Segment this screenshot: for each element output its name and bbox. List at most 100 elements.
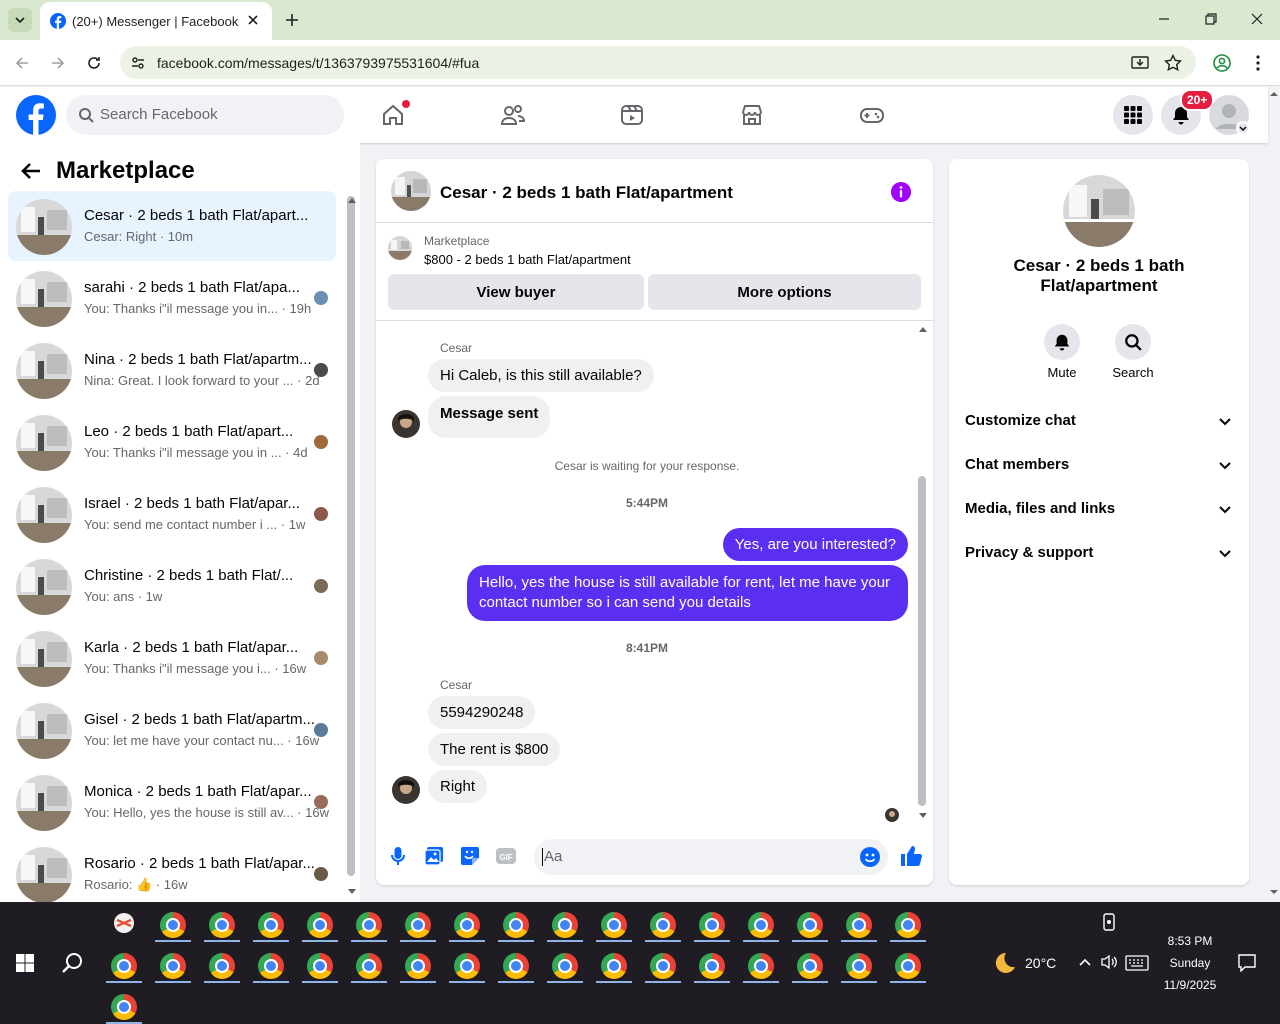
emoji-icon[interactable]	[860, 847, 880, 867]
chrome-window-icon[interactable]	[846, 912, 872, 938]
more-menu-icon[interactable]	[1250, 54, 1266, 72]
windows-start-icon[interactable]	[16, 954, 34, 972]
account-dropdown[interactable]	[1236, 121, 1250, 135]
incoming-message[interactable]: Right	[428, 770, 488, 803]
listing-thumbnail[interactable]	[388, 236, 412, 260]
view-buyer-button[interactable]: View buyer	[388, 274, 644, 310]
chrome-window-icon[interactable]	[307, 953, 333, 979]
tray-device-icon[interactable]	[1101, 913, 1117, 931]
page-scroll-up-icon[interactable]	[1268, 90, 1280, 98]
chrome-window-icon[interactable]	[258, 912, 284, 938]
chrome-window-icon[interactable]	[209, 953, 235, 979]
browser-tab[interactable]: (20+) Messenger | Facebook	[40, 2, 272, 40]
outgoing-message[interactable]: Hello, yes the house is still available …	[467, 565, 908, 621]
close-tab-icon[interactable]	[246, 13, 260, 27]
incoming-message[interactable]: The rent is $800	[428, 733, 561, 766]
sender-avatar[interactable]	[392, 410, 420, 438]
chrome-window-icon[interactable]	[356, 912, 382, 938]
info-section-customize-chat[interactable]: Customize chat	[965, 412, 1076, 429]
outgoing-message[interactable]: Yes, are you interested?	[722, 528, 908, 561]
chrome-window-icon[interactable]	[160, 953, 186, 979]
snipping-tool-icon[interactable]	[111, 910, 137, 936]
gaming-icon[interactable]	[859, 103, 885, 127]
chevron-down-icon[interactable]	[1218, 417, 1232, 427]
info-section-media-files-and-links[interactable]: Media, files and links	[965, 500, 1115, 517]
profile-icon[interactable]	[1213, 54, 1231, 72]
more-options-button[interactable]: More options	[648, 274, 921, 310]
microphone-icon[interactable]	[389, 846, 407, 866]
chrome-window-icon[interactable]	[699, 912, 725, 938]
facebook-search-input[interactable]: Search Facebook	[66, 95, 344, 135]
chrome-window-icon[interactable]	[748, 912, 774, 938]
close-window-icon[interactable]	[1250, 12, 1264, 26]
minimize-icon[interactable]	[1157, 12, 1171, 26]
reload-icon[interactable]	[86, 55, 102, 71]
chevron-down-icon[interactable]	[1218, 505, 1232, 515]
chrome-window-icon[interactable]	[552, 953, 578, 979]
chrome-window-icon[interactable]	[552, 912, 578, 938]
conversation-item[interactable]: sarahi · 2 beds 1 bath Flat/apa... You: T…	[8, 263, 336, 333]
clock-day[interactable]: Sunday	[1150, 956, 1230, 970]
marketplace-icon[interactable]	[740, 103, 764, 127]
message-scrollbar[interactable]	[918, 476, 926, 806]
chat-header-avatar[interactable]	[391, 171, 431, 211]
chrome-window-icon[interactable]	[111, 994, 137, 1020]
chrome-window-icon[interactable]	[405, 912, 431, 938]
info-avatar[interactable]	[1063, 175, 1135, 247]
info-section-privacy-support[interactable]: Privacy & support	[965, 544, 1093, 561]
search-in-chat-button[interactable]	[1115, 324, 1151, 360]
url-text[interactable]: facebook.com/messages/t/1363793975531604…	[157, 55, 479, 71]
chrome-window-icon[interactable]	[454, 953, 480, 979]
chrome-window-icon[interactable]	[160, 912, 186, 938]
conversation-item[interactable]: Leo · 2 beds 1 bath Flat/apart... You: Th…	[8, 407, 336, 477]
video-icon[interactable]	[620, 103, 644, 127]
chrome-window-icon[interactable]	[601, 953, 627, 979]
mute-button[interactable]	[1044, 324, 1080, 360]
conversation-item[interactable]: Rosario · 2 beds 1 bath Flat/apar... Rosa…	[8, 839, 336, 909]
notification-center-icon[interactable]	[1238, 954, 1256, 972]
attach-photo-icon[interactable]	[424, 846, 444, 866]
list-scroll-down-icon[interactable]	[347, 888, 357, 896]
gif-icon[interactable]: GIF	[496, 846, 516, 866]
conversation-info-icon[interactable]	[890, 181, 912, 203]
volume-icon[interactable]	[1100, 954, 1118, 970]
conversation-item[interactable]: Nina · 2 beds 1 bath Flat/apartm... Nina:…	[8, 335, 336, 405]
chrome-window-icon[interactable]	[846, 953, 872, 979]
conversation-item[interactable]: Cesar · 2 beds 1 bath Flat/apart... Cesar…	[8, 191, 336, 261]
taskbar-search-icon[interactable]	[61, 952, 83, 974]
chrome-window-icon[interactable]	[258, 953, 284, 979]
show-hidden-icons-icon[interactable]	[1078, 956, 1092, 968]
chrome-window-icon[interactable]	[111, 953, 137, 979]
listing-title[interactable]: $800 - 2 beds 1 bath Flat/apartment	[424, 252, 631, 267]
message-scroll-down-icon[interactable]	[918, 812, 928, 820]
clock-time[interactable]: 8:53 PM	[1150, 934, 1230, 948]
keyboard-icon[interactable]	[1125, 955, 1149, 971]
chrome-window-icon[interactable]	[699, 953, 725, 979]
conversation-item[interactable]: Monica · 2 beds 1 bath Flat/apar... You: …	[8, 767, 336, 837]
clock-date[interactable]: 11/9/2025	[1150, 978, 1230, 992]
restore-icon[interactable]	[1204, 12, 1218, 26]
conversation-item[interactable]: Karla · 2 beds 1 bath Flat/apar... You: T…	[8, 623, 336, 693]
bookmark-star-icon[interactable]	[1164, 54, 1182, 72]
weather-temp[interactable]: 20°C	[1025, 955, 1056, 971]
conversation-item[interactable]: Gisel · 2 beds 1 bath Flat/apartm... You:…	[8, 695, 336, 765]
page-scroll-down-icon[interactable]	[1268, 888, 1280, 896]
info-section-chat-members[interactable]: Chat members	[965, 456, 1069, 473]
sender-avatar[interactable]	[392, 776, 420, 804]
forward-icon[interactable]	[50, 55, 66, 71]
chrome-window-icon[interactable]	[895, 912, 921, 938]
incoming-message[interactable]: 5594290248	[428, 696, 536, 729]
chat-title[interactable]: Cesar · 2 beds 1 bath Flat/apartment	[440, 183, 733, 203]
chrome-window-icon[interactable]	[356, 953, 382, 979]
chrome-window-icon[interactable]	[307, 912, 333, 938]
chrome-window-icon[interactable]	[650, 953, 676, 979]
facebook-logo-icon[interactable]	[16, 95, 56, 135]
chrome-window-icon[interactable]	[650, 912, 676, 938]
friends-icon[interactable]	[500, 103, 526, 127]
conversation-list-scrollbar[interactable]	[347, 196, 355, 876]
chrome-window-icon[interactable]	[797, 953, 823, 979]
chrome-window-icon[interactable]	[503, 912, 529, 938]
chevron-down-icon[interactable]	[1218, 549, 1232, 559]
menu-button[interactable]	[1113, 95, 1153, 135]
home-icon[interactable]	[381, 103, 405, 127]
